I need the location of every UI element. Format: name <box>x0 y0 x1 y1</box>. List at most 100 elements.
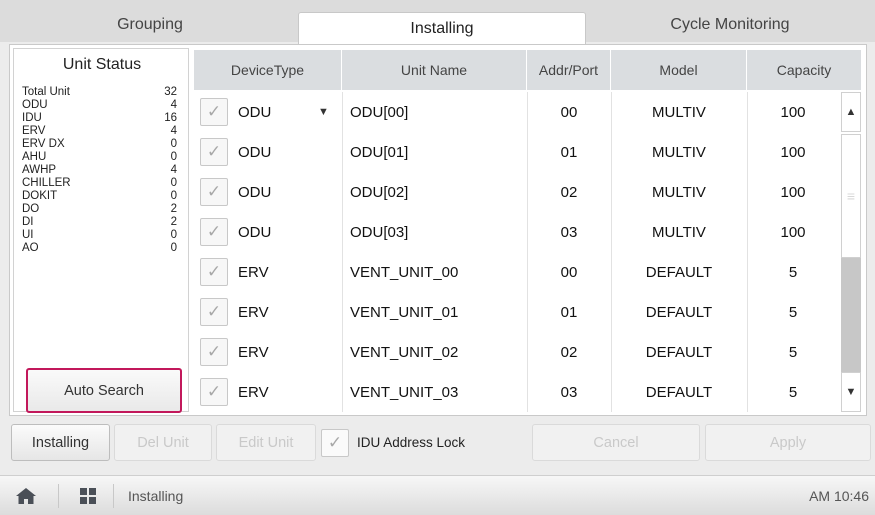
grid-menu-icon[interactable] <box>80 488 96 504</box>
unit-name-cell[interactable]: ODU[00] <box>350 92 525 132</box>
row-select-checkbox[interactable]: ✓ <box>200 98 228 126</box>
capacity-cell[interactable]: 100 <box>747 212 839 252</box>
table-row[interactable]: ✓ ERV VENT_UNIT_02 02 DEFAULT 5 <box>194 332 839 373</box>
footer-bar: Installing AM 10:46 <box>0 475 875 515</box>
addr-port-cell[interactable]: 03 <box>527 372 611 412</box>
unit-name-cell[interactable]: VENT_UNIT_00 <box>350 252 525 292</box>
device-type-cell[interactable]: ERV <box>238 292 338 332</box>
device-type-cell[interactable]: ODU <box>238 132 338 172</box>
header-model[interactable]: Model <box>611 50 747 90</box>
table-row[interactable]: ✓ ODU ODU[02] 02 MULTIV 100 <box>194 172 839 213</box>
capacity-cell[interactable]: 5 <box>747 372 839 412</box>
unit-name-cell[interactable]: VENT_UNIT_01 <box>350 292 525 332</box>
tab-installing[interactable]: Installing <box>298 12 586 45</box>
table-row[interactable]: ✓ ERV VENT_UNIT_00 00 DEFAULT 5 <box>194 252 839 293</box>
status-row-odu: ODU 4 <box>22 99 177 112</box>
check-icon: ✓ <box>206 222 222 241</box>
scroll-thumb[interactable]: ≡ <box>841 134 861 258</box>
table-row[interactable]: ✓ ODU ODU[01] 01 MULTIV 100 <box>194 132 839 173</box>
capacity-cell[interactable]: 5 <box>747 252 839 292</box>
check-icon: ✓ <box>206 182 222 201</box>
capacity-cell[interactable]: 100 <box>747 172 839 212</box>
unit-name-cell[interactable]: VENT_UNIT_03 <box>350 372 525 412</box>
unit-name-cell[interactable]: VENT_UNIT_02 <box>350 332 525 372</box>
addr-port-cell[interactable]: 03 <box>527 212 611 252</box>
status-value: 0 <box>170 138 177 150</box>
table-row[interactable]: ✓ ERV VENT_UNIT_03 03 DEFAULT 5 <box>194 372 839 413</box>
device-type-cell[interactable]: ODU <box>238 172 338 212</box>
installing-button[interactable]: Installing <box>11 424 110 461</box>
model-cell[interactable]: DEFAULT <box>611 372 747 412</box>
status-row-ao: AO 0 <box>22 242 177 255</box>
row-select-checkbox[interactable]: ✓ <box>200 298 228 326</box>
model-cell[interactable]: MULTIV <box>611 172 747 212</box>
status-row-erv: ERV 4 <box>22 125 177 138</box>
capacity-cell[interactable]: 100 <box>747 132 839 172</box>
device-type-cell[interactable]: ERV <box>238 332 338 372</box>
header-unit-name[interactable]: Unit Name <box>342 50 527 90</box>
unit-name-cell[interactable]: ODU[01] <box>350 132 525 172</box>
cancel-button[interactable]: Cancel <box>532 424 700 461</box>
status-value: 0 <box>170 242 177 254</box>
addr-port-cell[interactable]: 01 <box>527 132 611 172</box>
row-select-checkbox[interactable]: ✓ <box>200 138 228 166</box>
tab-grouping[interactable]: Grouping <box>10 8 290 42</box>
home-icon[interactable] <box>15 487 37 505</box>
scroll-up-button[interactable]: ▲ <box>841 92 861 132</box>
row-select-checkbox[interactable]: ✓ <box>200 258 228 286</box>
row-select-checkbox[interactable]: ✓ <box>200 338 228 366</box>
edit-unit-button[interactable]: Edit Unit <box>216 424 316 461</box>
status-value: 4 <box>170 125 177 137</box>
table-row[interactable]: ✓ ERV VENT_UNIT_01 01 DEFAULT 5 <box>194 292 839 333</box>
row-select-checkbox[interactable]: ✓ <box>200 378 228 406</box>
row-select-checkbox[interactable]: ✓ <box>200 218 228 246</box>
device-type-select[interactable]: ODU ▼ <box>238 92 338 132</box>
action-bar: Installing Del Unit Edit Unit ✓ IDU Addr… <box>0 420 875 465</box>
device-type-cell[interactable]: ERV <box>238 372 338 412</box>
idu-address-lock-checkbox[interactable]: ✓ <box>321 428 349 457</box>
auto-search-button[interactable]: Auto Search <box>26 368 182 413</box>
device-type-cell[interactable]: ERV <box>238 252 338 292</box>
table-row[interactable]: ✓ ODU ODU[03] 03 MULTIV 100 <box>194 212 839 253</box>
caret-down-icon: ▼ <box>318 106 329 118</box>
addr-port-cell[interactable]: 02 <box>527 172 611 212</box>
header-capacity[interactable]: Capacity <box>747 50 861 90</box>
tab-cycle-monitoring[interactable]: Cycle Monitoring <box>590 8 870 42</box>
row-select-checkbox[interactable]: ✓ <box>200 178 228 206</box>
model-cell[interactable]: DEFAULT <box>611 252 747 292</box>
addr-port-cell[interactable]: 00 <box>527 92 611 132</box>
status-label: DOKIT <box>22 190 58 202</box>
device-type-cell[interactable]: ODU <box>238 212 338 252</box>
model-cell[interactable]: MULTIV <box>611 132 747 172</box>
capacity-cell[interactable]: 100 <box>747 92 839 132</box>
unit-name-cell[interactable]: ODU[03] <box>350 212 525 252</box>
model-cell[interactable]: MULTIV <box>611 92 747 132</box>
capacity-cell[interactable]: 5 <box>747 292 839 332</box>
status-value: 4 <box>170 99 177 111</box>
unit-name-cell[interactable]: ODU[02] <box>350 172 525 212</box>
status-row-ahu: AHU 0 <box>22 151 177 164</box>
header-addr-port[interactable]: Addr/Port <box>527 50 611 90</box>
addr-port-cell[interactable]: 00 <box>527 252 611 292</box>
model-cell[interactable]: DEFAULT <box>611 332 747 372</box>
header-device-type[interactable]: DeviceType <box>194 50 342 90</box>
idu-address-lock-toggle[interactable]: ✓ IDU Address Lock <box>321 424 517 461</box>
addr-port-cell[interactable]: 01 <box>527 292 611 332</box>
scroll-track[interactable] <box>841 258 861 372</box>
status-row-total-unit: Total Unit 32 <box>22 86 177 99</box>
del-unit-button[interactable]: Del Unit <box>114 424 212 461</box>
model-cell[interactable]: MULTIV <box>611 212 747 252</box>
addr-port-cell[interactable]: 02 <box>527 332 611 372</box>
table-row[interactable]: ✓ ODU ▼ ODU[00] 00 MULTIV 100 <box>194 92 839 133</box>
status-row-dokit: DOKIT 0 <box>22 190 177 203</box>
status-value: 0 <box>170 229 177 241</box>
apply-button[interactable]: Apply <box>705 424 871 461</box>
model-cell[interactable]: DEFAULT <box>611 292 747 332</box>
status-label: DO <box>22 203 40 215</box>
status-value: 0 <box>170 151 177 163</box>
table-scrollbar[interactable]: ▲ ≡ ▼ <box>841 92 861 412</box>
scroll-down-button[interactable]: ▼ <box>841 372 861 412</box>
status-row-erv-dx: ERV DX 0 <box>22 138 177 151</box>
status-row-do: DO 2 <box>22 203 177 216</box>
capacity-cell[interactable]: 5 <box>747 332 839 372</box>
